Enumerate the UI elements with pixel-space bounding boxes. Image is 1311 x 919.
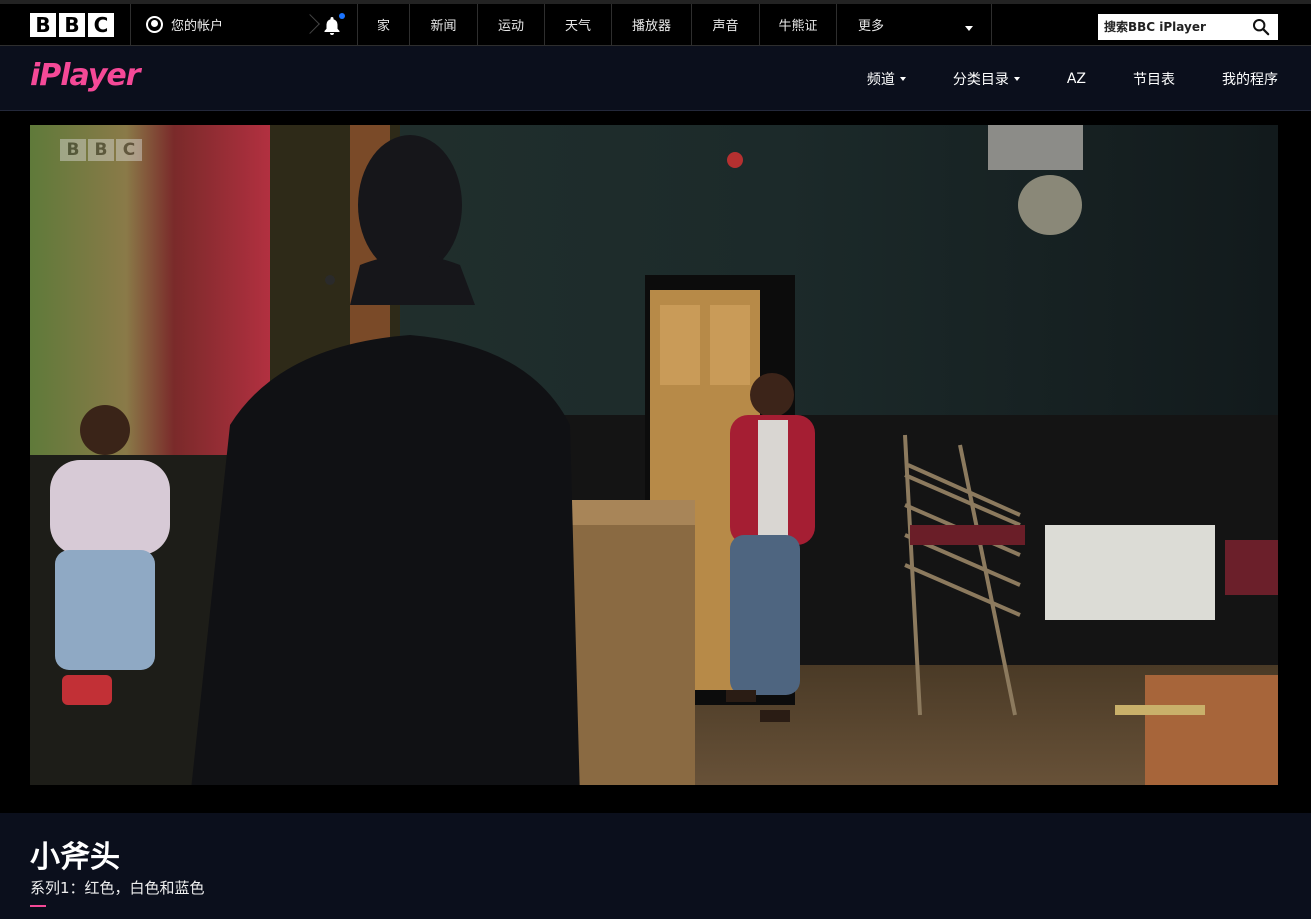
nav-item-news[interactable]: 新闻 bbox=[409, 4, 477, 45]
account-link[interactable]: 您的帐户 bbox=[131, 4, 307, 45]
bbc-logo-letter: C bbox=[88, 13, 114, 37]
watermark-letter: B bbox=[88, 139, 114, 161]
nav-item-bitesize[interactable]: 牛熊证 bbox=[759, 4, 836, 45]
nav-item-more[interactable]: 更多 bbox=[836, 4, 992, 45]
accent-divider bbox=[30, 905, 46, 907]
iplayer-logo[interactable]: iPlayer bbox=[30, 58, 141, 93]
bbc-nav: 家 新闻 运动 天气 播放器 声音 牛熊证 更多 bbox=[357, 4, 992, 45]
nav-channels[interactable]: 频道 bbox=[867, 69, 906, 89]
nav-categories-label: 分类目录 bbox=[952, 71, 1009, 88]
account-label: 您的帐户 bbox=[171, 19, 224, 34]
nav-item-sounds[interactable]: 声音 bbox=[691, 4, 759, 45]
search-icon[interactable] bbox=[1252, 18, 1270, 36]
bbc-watermark: B B C bbox=[60, 139, 142, 161]
search-input[interactable] bbox=[1104, 16, 1244, 38]
bbc-logo-letter: B bbox=[59, 13, 85, 37]
chevron-down-icon bbox=[899, 76, 906, 81]
bbc-logo-letter: B bbox=[30, 13, 56, 37]
nav-my-programmes-label: 我的程序 bbox=[1222, 71, 1278, 88]
nav-tv-guide-label: 节目表 bbox=[1133, 71, 1175, 88]
nav-az[interactable]: AZ bbox=[1067, 71, 1086, 87]
iplayer-nav: 频道 分类目录 AZ 节目表 我的程序 bbox=[820, 46, 1278, 111]
user-icon bbox=[146, 16, 163, 33]
bbc-global-bar: B B C 您的帐户 家 新闻 运动 天气 播放器 声音 牛熊证 更多 bbox=[0, 0, 1311, 46]
notification-indicator bbox=[339, 13, 345, 19]
nav-item-weather[interactable]: 天气 bbox=[544, 4, 611, 45]
video-player[interactable]: B B C bbox=[30, 125, 1278, 799]
video-frame bbox=[30, 125, 1278, 799]
programme-title: 小斧头 bbox=[30, 840, 120, 875]
watermark-letter: C bbox=[116, 139, 142, 161]
search-box[interactable] bbox=[1098, 14, 1278, 40]
chevron-down-icon bbox=[965, 26, 973, 31]
iplayer-header: iPlayer 频道 分类目录 AZ 节目表 我的程序 bbox=[0, 46, 1311, 111]
nav-item-iplayer[interactable]: 播放器 bbox=[611, 4, 691, 45]
nav-categories[interactable]: 分类目录 bbox=[953, 69, 1020, 89]
nav-item-sport[interactable]: 运动 bbox=[477, 4, 544, 45]
chevron-down-icon bbox=[1013, 76, 1020, 81]
nav-item-home[interactable]: 家 bbox=[357, 4, 409, 45]
nav-tv-guide[interactable]: 节目表 bbox=[1133, 69, 1175, 89]
nav-channels-label: 频道 bbox=[866, 71, 895, 88]
nav-my-programmes[interactable]: 我的程序 bbox=[1222, 69, 1278, 89]
bell-icon[interactable] bbox=[320, 13, 345, 38]
player-area: B B C bbox=[0, 111, 1311, 813]
bbc-logo[interactable]: B B C bbox=[30, 13, 114, 37]
nav-az-label: AZ bbox=[1066, 70, 1086, 87]
watermark-letter: B bbox=[60, 139, 86, 161]
programme-subtitle: 系列1：红色，白色和蓝色 bbox=[30, 879, 205, 897]
